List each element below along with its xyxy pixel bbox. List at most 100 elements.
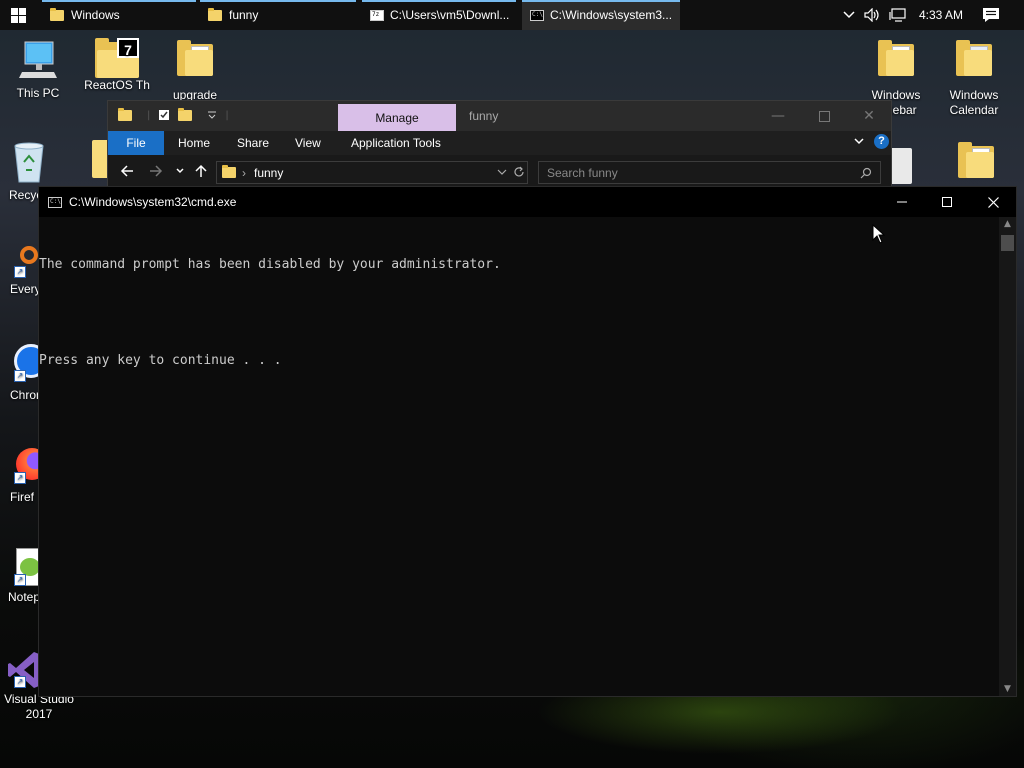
scroll-up-icon[interactable]: ▲	[999, 219, 1016, 229]
tab-share[interactable]: Share	[237, 131, 269, 155]
show-hidden-icons[interactable]	[842, 0, 856, 30]
visual-studio-icon: ↗	[0, 648, 44, 692]
desktop-icon-this-pc[interactable]: This PC	[0, 40, 76, 101]
tab-label: Share	[237, 136, 270, 150]
desktop-icon-label: This PC	[16, 86, 60, 100]
refresh-icon[interactable]	[513, 166, 525, 178]
forward-button[interactable]	[149, 164, 163, 182]
arrow-left-icon	[120, 165, 133, 177]
up-button[interactable]	[194, 164, 208, 182]
minimize-button[interactable]	[879, 187, 925, 217]
computer-icon	[19, 41, 57, 78]
maximize-icon	[818, 110, 830, 122]
minimize-icon	[897, 201, 907, 203]
vertical-scrollbar[interactable]: ▲ ▼	[999, 217, 1016, 696]
volume-icon[interactable]	[864, 0, 882, 30]
folder-icon	[958, 142, 994, 178]
minimize-button[interactable]: —	[755, 101, 801, 131]
cmd-icon: C:\	[530, 9, 544, 21]
folder-icon	[956, 40, 992, 76]
folder-icon	[50, 7, 64, 21]
desktop-icon-label: Windows Calendar	[949, 88, 999, 117]
back-button[interactable]	[120, 164, 134, 182]
console-line: Press any key to continue . . .	[39, 353, 282, 368]
sevenzip-icon: 7	[117, 38, 139, 58]
tab-manage[interactable]: Manage	[338, 104, 456, 131]
tab-manage-label: Manage	[375, 110, 419, 125]
minimize-icon: —	[771, 108, 785, 124]
quick-access-toolbar: | |	[118, 107, 229, 121]
search-icon[interactable]	[860, 167, 872, 179]
taskbar-item-label: C:\Windows\system3...	[550, 8, 673, 22]
folder-icon	[222, 165, 236, 178]
action-center-icon[interactable]	[982, 0, 1000, 30]
tab-application-tools[interactable]: Application Tools	[351, 131, 441, 155]
breadcrumb-separator-icon: ›	[242, 165, 246, 180]
expand-ribbon-icon[interactable]	[853, 137, 865, 147]
explorer-window-title: funny	[469, 109, 499, 123]
arrow-up-icon	[195, 164, 207, 177]
ribbon-tabs: File Home Share View Application Tools ?	[108, 131, 891, 155]
search-input[interactable]	[539, 164, 849, 181]
folder-icon	[878, 40, 914, 76]
customize-toolbar-icon[interactable]	[207, 110, 217, 120]
tab-file[interactable]: File	[108, 131, 164, 155]
maximize-button[interactable]	[924, 187, 970, 217]
tab-label: Application Tools	[351, 136, 441, 150]
new-folder-icon[interactable]	[178, 107, 193, 121]
recent-locations-button[interactable]	[175, 164, 185, 182]
desktop-icon-upgrade[interactable]: upgrade	[157, 40, 233, 103]
cmd-window-title: C:\Windows\system32\cmd.exe	[69, 195, 237, 209]
explorer-title-bar: | | Manage funny — ✕	[108, 101, 891, 131]
start-button[interactable]	[0, 0, 36, 30]
help-icon[interactable]: ?	[874, 134, 889, 149]
taskbar: Windows funny 7z C:\Users\vm5\Downl... C…	[0, 0, 1024, 30]
chevron-down-icon	[176, 168, 184, 174]
windows-logo-icon	[10, 7, 26, 23]
taskbar-item-label: C:\Users\vm5\Downl...	[390, 8, 510, 22]
network-icon[interactable]	[889, 0, 907, 30]
close-button[interactable]	[970, 187, 1016, 217]
desktop-icon-windows-calendar[interactable]: Windows Calendar	[936, 40, 1012, 118]
close-icon: ✕	[863, 108, 875, 124]
folder-icon	[92, 140, 108, 178]
taskbar-item-funny[interactable]: funny	[200, 0, 356, 30]
tab-label: File	[126, 136, 146, 150]
folder-icon	[892, 148, 912, 184]
recycle-bin-icon	[14, 142, 44, 183]
file-explorer-window: | | Manage funny — ✕ File Home Share Vie…	[107, 100, 892, 200]
cmd-icon: C:\	[48, 197, 62, 208]
clock-time: 4:33 AM	[918, 8, 964, 22]
maximize-button[interactable]	[801, 101, 847, 131]
clock[interactable]: 4:33 AM	[918, 0, 964, 30]
cmd-title-bar[interactable]: C:\ C:\Windows\system32\cmd.exe	[39, 187, 1016, 217]
breadcrumb-current[interactable]: funny	[254, 166, 283, 180]
address-bar[interactable]: › funny	[216, 161, 528, 184]
search-box[interactable]	[538, 161, 881, 184]
scrollbar-thumb[interactable]	[1001, 235, 1014, 251]
tab-view[interactable]: View	[295, 131, 321, 155]
properties-icon[interactable]	[158, 109, 170, 121]
address-dropdown-icon[interactable]	[497, 168, 507, 176]
tab-home[interactable]: Home	[178, 131, 210, 155]
navigation-bar: › funny	[108, 155, 891, 189]
console-output[interactable]: The command prompt has been disabled by …	[39, 225, 999, 695]
app-icon: 7z	[370, 9, 384, 21]
taskbar-item-label: funny	[229, 8, 259, 22]
taskbar-item-cmd[interactable]: C:\ C:\Windows\system3...	[522, 0, 680, 30]
taskbar-item-windows[interactable]: Windows	[42, 0, 196, 30]
notepad-plus-plus-icon: ↗	[8, 546, 44, 590]
close-button[interactable]: ✕	[846, 101, 892, 131]
taskbar-item-downloads-exe[interactable]: 7z C:\Users\vm5\Downl...	[362, 0, 516, 30]
scroll-down-icon[interactable]: ▼	[999, 684, 1016, 694]
everything-icon: ↗	[10, 246, 40, 278]
arrow-right-icon	[150, 165, 163, 177]
folder-icon	[177, 40, 213, 76]
command-prompt-window: C:\ C:\Windows\system32\cmd.exe The comm…	[38, 186, 1017, 697]
taskbar-item-label: Windows	[71, 8, 120, 22]
tab-label: View	[295, 136, 321, 150]
maximize-icon	[942, 197, 952, 207]
mouse-pointer-icon	[872, 224, 886, 244]
close-icon	[987, 196, 999, 208]
